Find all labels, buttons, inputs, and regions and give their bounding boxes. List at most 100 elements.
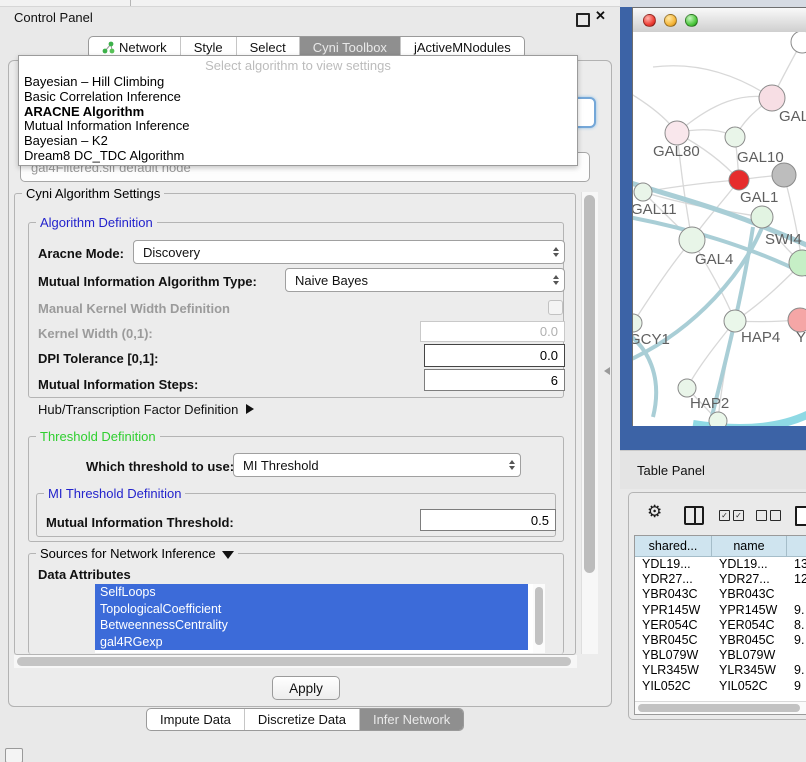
hub-definition-label: Hub/Transcription Factor Definition — [38, 402, 238, 417]
table-row[interactable]: YPR145WYPR145W9. — [635, 603, 806, 618]
chevron-down-icon — [222, 551, 234, 559]
network-node-gal10[interactable] — [725, 127, 745, 147]
table-horizontal-scrollbar[interactable] — [635, 701, 806, 714]
deselect-all-checkboxes-icon[interactable] — [756, 510, 781, 521]
table-row[interactable]: YIL052CYIL052C9 — [635, 679, 806, 694]
tab-label: Select — [250, 40, 286, 55]
dpi-tolerance-field[interactable]: 0.0 — [424, 344, 565, 367]
mi-steps-field[interactable]: 6 — [424, 369, 565, 391]
scrollbar-thumb[interactable] — [638, 704, 800, 712]
table-row[interactable]: YER054CYER054C8. — [635, 618, 806, 633]
table-row[interactable]: YDL19...YDL19...13 — [635, 557, 806, 572]
table-row[interactable]: YBR045CYBR045C9. — [635, 633, 806, 648]
network-node-gal80[interactable] — [665, 121, 689, 145]
mi-steps-label: Mutual Information Steps: — [38, 377, 198, 392]
column-header[interactable] — [787, 536, 806, 557]
zoom-traffic-light-icon[interactable] — [685, 14, 698, 27]
cyni-settings-group-title: Cyni Algorithm Settings — [22, 186, 164, 201]
node-label: GAL10 — [737, 149, 784, 166]
table-cell: 9. — [787, 633, 806, 648]
close-icon[interactable]: ✕ — [595, 8, 606, 24]
tab-label: Network — [119, 40, 167, 55]
network-node[interactable] — [709, 412, 727, 426]
tab-label: jActiveMNodules — [414, 40, 511, 55]
network-view-window: GALGAL80GAL10GAL1GAL11SWI4GAL4GCY1HAP4YH… — [632, 7, 806, 426]
columns-icon[interactable] — [684, 506, 704, 525]
node-label: GAL80 — [653, 143, 700, 160]
table-row[interactable]: YDR27...YDR27...12 — [635, 572, 806, 587]
network-icon — [102, 41, 115, 54]
node-label: Y — [796, 329, 806, 346]
network-node-gal1[interactable] — [729, 170, 749, 190]
dropdown-item[interactable]: Mutual Information Inference — [19, 119, 577, 134]
network-node[interactable] — [772, 163, 796, 187]
table-header-row[interactable]: shared...name — [635, 536, 806, 557]
table-cell: 12 — [787, 572, 806, 587]
network-edge — [633, 240, 692, 323]
aracne-mode-value: Discovery — [143, 245, 200, 260]
dropdown-item[interactable]: Bayesian – Hill Climbing — [19, 75, 577, 90]
apply-button[interactable]: Apply — [272, 676, 340, 700]
table-cell: YBR043C — [635, 587, 712, 602]
select-all-checkboxes-icon[interactable]: ✓✓ — [719, 510, 744, 521]
network-node-gcy1[interactable] — [633, 314, 642, 332]
settings-horizontal-scrollbar[interactable] — [14, 655, 577, 668]
close-traffic-light-icon[interactable] — [643, 14, 656, 27]
split-pane-grip-icon[interactable] — [604, 367, 610, 375]
document-icon[interactable] — [795, 506, 806, 526]
float-window-icon[interactable] — [576, 13, 590, 27]
mi-type-select[interactable]: Naive Bayes — [285, 268, 565, 292]
bottom-tab-bar: Impute DataDiscretize DataInfer Network — [146, 708, 464, 731]
control-panel-title: Control Panel — [14, 10, 93, 25]
manual-kernel-label: Manual Kernel Width Definition — [38, 301, 230, 316]
table-row[interactable]: YBR043CYBR043C — [635, 587, 806, 602]
list-item[interactable]: gal4RGexp — [95, 634, 528, 651]
kernel-width-field[interactable]: 0.0 — [420, 321, 565, 342]
aracne-mode-select[interactable]: Discovery — [133, 240, 565, 264]
table-row[interactable]: YBL079WYBL079W — [635, 648, 806, 663]
mi-type-value: Naive Bayes — [295, 273, 368, 288]
table-cell: 13 — [787, 557, 806, 572]
network-window-titlebar[interactable] — [633, 8, 806, 33]
list-scrollbar[interactable] — [533, 584, 545, 653]
network-node[interactable] — [791, 32, 806, 53]
network-node-swi4[interactable] — [751, 206, 773, 228]
dropdown-item[interactable]: Dream8 DC_TDC Algorithm — [19, 149, 577, 164]
gear-icon[interactable]: ⚙ — [647, 502, 662, 522]
algorithm-definition-title: Algorithm Definition — [36, 215, 157, 230]
dropdown-item[interactable]: ARACNE Algorithm — [19, 105, 577, 120]
scrollbar-thumb[interactable] — [535, 587, 543, 645]
list-item[interactable]: SelfLoops — [95, 584, 528, 601]
scrollbar-thumb[interactable] — [584, 195, 595, 573]
mi-threshold-field[interactable]: 0.5 — [420, 509, 556, 531]
algorithm-dropdown-list: Select algorithm to view settings Bayesi… — [18, 55, 578, 166]
data-attributes-label: Data Attributes — [38, 567, 131, 582]
network-node-gal4[interactable] — [679, 227, 705, 253]
table-panel-title: Table Panel — [637, 463, 705, 478]
minimize-traffic-light-icon[interactable] — [664, 14, 677, 27]
tab-infer-network[interactable]: Infer Network — [359, 709, 463, 730]
network-canvas[interactable]: GALGAL80GAL10GAL1GAL11SWI4GAL4GCY1HAP4YH… — [633, 32, 806, 426]
network-edge — [677, 96, 772, 133]
settings-vertical-scrollbar[interactable] — [581, 192, 598, 654]
which-threshold-select[interactable]: MI Threshold — [233, 453, 521, 477]
sources-group-title[interactable]: Sources for Network Inference — [36, 546, 238, 561]
table-row[interactable]: YLR345WYLR345W9. — [635, 663, 806, 678]
list-item[interactable]: BetweennessCentrality — [95, 617, 528, 634]
node-label: GAL — [779, 108, 806, 125]
column-header[interactable]: name — [712, 536, 787, 557]
tab-discretize-data[interactable]: Discretize Data — [244, 709, 359, 730]
hub-definition-expander[interactable]: Hub/Transcription Factor Definition — [38, 402, 254, 417]
panel-corner-button[interactable] — [5, 748, 23, 762]
column-header[interactable]: shared... — [635, 536, 712, 557]
tab-impute-data[interactable]: Impute Data — [147, 709, 244, 730]
table-cell: YER054C — [712, 618, 787, 633]
dropdown-item[interactable]: Bayesian – K2 — [19, 134, 577, 149]
table-cell: YDL19... — [712, 557, 787, 572]
manual-kernel-checkbox[interactable] — [548, 300, 563, 315]
scrollbar-thumb[interactable] — [17, 657, 571, 666]
dropdown-item[interactable]: Basic Correlation Inference — [19, 90, 577, 105]
network-node-gal11[interactable] — [634, 183, 652, 201]
list-item[interactable]: TopologicalCoefficient — [95, 601, 528, 618]
node-label: GAL11 — [633, 201, 677, 218]
